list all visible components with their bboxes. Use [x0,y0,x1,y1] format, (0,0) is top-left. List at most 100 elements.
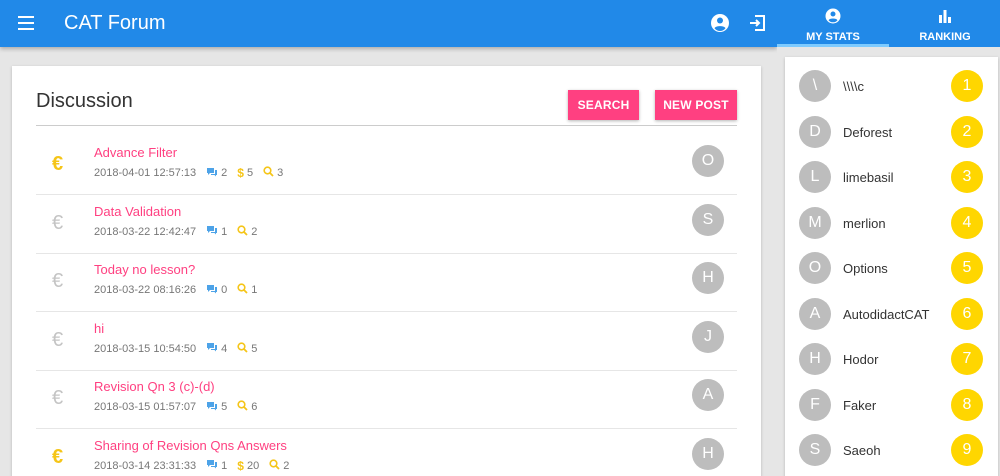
avatar[interactable]: \ [799,70,831,102]
logout-icon[interactable] [748,13,768,33]
comment-count-value: 1 [221,459,228,472]
app-title: CAT Forum [64,12,166,34]
search-icon [269,458,283,473]
comment-count-value: 5 [221,401,228,413]
view-count-value: 2 [251,225,258,238]
account-icon[interactable] [710,13,730,33]
post-title[interactable]: Sharing of Revision Qns Answers [94,438,287,453]
ranking-row[interactable]: H Hodor 7 [785,330,998,375]
rank-badge: 3 [951,161,983,193]
bounty-count: $20 [237,459,259,473]
ranking-username: Deforest [843,124,893,140]
post-meta: 2018-04-01 12:57:13 2 $5 3 [94,166,283,180]
avatar[interactable]: J [692,320,724,353]
post-row[interactable]: € hi 2018-03-15 10:54:50 4 5 J [36,313,737,371]
search-icon [237,341,251,356]
ranking-row[interactable]: D Deforest 2 [785,103,998,148]
view-count-value: 1 [251,284,258,296]
view-count: 2 [269,458,290,473]
post-meta: 2018-03-22 12:42:47 1 2 [94,224,258,239]
side-tabs: MY STATS RANKING [777,0,1000,47]
ranking-username: Faker [843,397,877,413]
post-date: 2018-03-15 01:57:07 [94,401,197,413]
avatar[interactable]: D [799,115,831,148]
post-title[interactable]: Data Validation [94,204,181,219]
view-count: 2 [237,224,258,239]
view-count: 6 [237,400,257,414]
rank-badge: 9 [951,434,983,466]
view-count: 3 [263,166,283,180]
avatar[interactable]: O [799,252,831,284]
comment-count: 1 [206,225,227,238]
post-title[interactable]: Advance Filter [94,145,177,160]
ranking-row[interactable]: S Saeoh 9 [785,421,998,466]
rank-badge: 7 [951,343,983,375]
ranking-username: \\\\c [843,79,864,94]
ranking-row[interactable]: Llimebasil 3 [785,148,998,193]
ranking-row[interactable]: A AutodidactCAT 6 [785,285,998,330]
avatar[interactable]: L [799,161,831,193]
avatar[interactable]: S [692,203,724,236]
account-circle-icon [825,8,841,24]
view-count-value: 2 [283,459,290,472]
ranking-username: merlion [843,215,886,231]
post-row[interactable]: € Data Validation 2018-03-22 12:42:47 1 2 S [36,196,737,254]
search-icon [237,400,251,414]
bar-chart-icon [939,10,951,23]
view-count-value: 3 [277,167,284,179]
menu-icon[interactable] [18,16,34,30]
post-title[interactable]: Today no lesson? [94,262,195,277]
tab-my-stats[interactable]: MY STATS [777,0,889,47]
tab-ranking-label: RANKING [919,31,971,43]
post-meta: 2018-03-15 10:54:50 4 5 [94,341,257,356]
rank-badge: 5 [951,252,983,284]
divider [36,125,737,126]
post-title[interactable]: hi [94,321,104,336]
euro-icon: € [52,387,64,409]
ranking-row[interactable]: O Options 5 [785,239,998,284]
post-row[interactable]: € Revision Qn 3 (c)-(d) 2018-03-15 01:57:0… [36,371,737,429]
avatar[interactable]: F [799,388,831,421]
comment-count: 2 [206,167,227,180]
bounty-value: 20 [246,459,260,472]
euro-icon: € [52,270,64,292]
ranking-username: Hodor [843,352,879,367]
post-row[interactable]: € Advance Filter 2018-04-01 12:57:13 2 $5 3 O [36,137,737,195]
search-button[interactable]: SEARCH [568,90,639,120]
post-meta: 2018-03-15 01:57:07 5 6 [94,400,257,414]
search-icon [237,224,251,239]
comment-icon [206,459,221,472]
view-count: 1 [237,283,257,297]
avatar[interactable]: S [799,434,831,466]
post-row[interactable]: € Sharing of Revision Qns Answers 2018-03-… [36,430,737,476]
view-count-value: 6 [251,401,258,413]
comment-count: 1 [206,459,227,472]
comment-count: 0 [206,284,227,297]
bounty-count: $5 [237,166,253,180]
euro-icon: € [52,445,64,468]
avatar[interactable]: A [799,297,831,330]
avatar[interactable]: O [692,145,724,177]
tab-ranking[interactable]: RANKING [889,0,1000,47]
new-post-button[interactable]: NEW POST [655,90,737,120]
side-panel: MY STATS RANKING \ \\\\c 1 D Deforest 2 Llimeb… [777,0,1000,476]
avatar[interactable]: H [799,343,831,375]
comment-count: 4 [206,342,227,355]
ranking-row[interactable]: \ \\\\c 1 [785,57,998,102]
avatar[interactable]: A [692,379,724,411]
post-row[interactable]: € Today no lesson? 2018-03-22 08:16:26 0 1 H [36,254,737,312]
tab-my-stats-label: MY STATS [806,31,860,43]
ranking-username: Options [843,261,888,276]
avatar[interactable]: H [692,437,724,470]
euro-icon: € [52,211,64,234]
ranking-row[interactable]: Mmerlion 4 [785,194,998,239]
avatar[interactable]: H [692,262,724,294]
ranking-row[interactable]: F Faker 8 [785,376,998,421]
avatar[interactable]: M [799,206,831,239]
post-meta: 2018-03-14 23:31:33 1 $20 2 [94,459,289,473]
ranking-username: Saeoh [843,443,881,458]
comment-icon [206,167,221,180]
rank-badge: 2 [951,115,983,148]
search-icon [237,283,251,297]
post-title[interactable]: Revision Qn 3 (c)-(d) [94,379,215,394]
